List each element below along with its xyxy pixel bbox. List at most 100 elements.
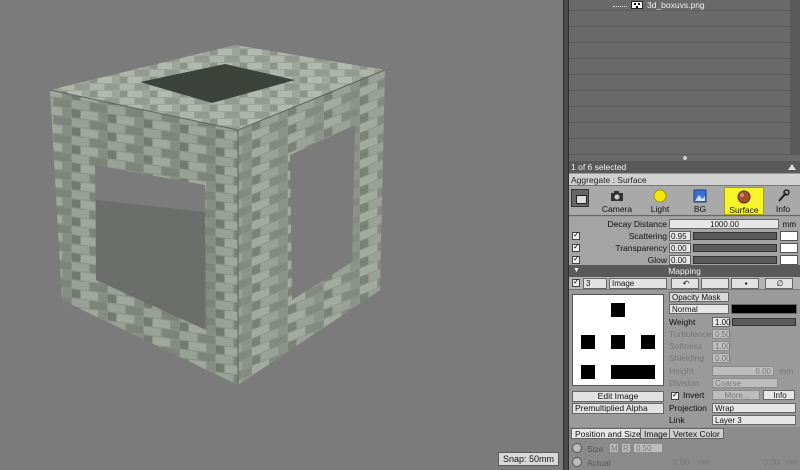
- scattering-row: Scattering 0.95: [569, 230, 800, 242]
- glow-field[interactable]: 0.00: [669, 255, 691, 265]
- undo-layer-icon[interactable]: ↶: [671, 278, 699, 289]
- surface-sphere-icon: [737, 190, 751, 204]
- size-controls: Size M R 0.50 Actual 0.00 mm 0.00 mm: [569, 439, 800, 470]
- scene-tree[interactable]: 3d_boxuvs.png: [569, 0, 800, 155]
- selection-status-bar: 1 of 6 selected: [569, 161, 800, 173]
- more-button: More...: [712, 390, 760, 400]
- invert-checkbox[interactable]: [671, 390, 679, 400]
- info-button[interactable]: Info: [763, 390, 795, 400]
- scattering-slider[interactable]: [693, 232, 777, 240]
- height-field: 0.00: [712, 366, 774, 376]
- weight-label: Weight: [669, 317, 696, 327]
- link-label: Link: [669, 415, 685, 425]
- mapping-section-header[interactable]: ▼ Mapping: [569, 265, 800, 277]
- tab-label: BG: [693, 204, 707, 214]
- decay-field[interactable]: 1000.00: [669, 219, 779, 229]
- weight-slider[interactable]: [732, 318, 796, 326]
- projection-select[interactable]: Wrap: [712, 403, 796, 413]
- transparency-field[interactable]: 0.00: [669, 243, 691, 253]
- tab-position-and-size[interactable]: Position and Size: [571, 428, 645, 439]
- actual-x-unit: mm: [697, 457, 712, 467]
- tab-light[interactable]: Light: [643, 187, 677, 215]
- scattering-field[interactable]: 0.95: [669, 231, 691, 241]
- tree-item-texture[interactable]: 3d_boxuvs.png: [613, 0, 705, 10]
- size-r-button: R: [621, 443, 631, 453]
- blend-color-swatch[interactable]: [731, 304, 797, 314]
- transparency-checkbox[interactable]: [572, 242, 580, 252]
- preview-block: [581, 335, 595, 349]
- turbulence-label: Turbulence: [669, 329, 712, 339]
- tab-label: Light: [650, 204, 670, 214]
- collapse-triangle-icon[interactable]: [788, 164, 796, 170]
- size-field: 0.50: [633, 443, 663, 453]
- turbulence-field: 0.50: [712, 329, 731, 339]
- alpha-mode-select[interactable]: Premultiplied Alpha: [572, 403, 664, 414]
- tab-label: Info: [775, 204, 791, 214]
- size-radio[interactable]: [572, 443, 582, 453]
- tab-surface[interactable]: Surface: [724, 187, 764, 215]
- layer-number-select[interactable]: 3: [583, 278, 607, 289]
- scattering-color-swatch[interactable]: [780, 231, 798, 241]
- transparency-label: Transparency: [615, 243, 667, 253]
- shielding-field: 0.00: [712, 353, 731, 363]
- delete-layer-icon[interactable]: ∅: [765, 278, 793, 289]
- copy-layer-icon[interactable]: ▪: [731, 278, 759, 289]
- layer-type-select[interactable]: Image: [609, 278, 667, 289]
- glow-checkbox[interactable]: [572, 254, 580, 264]
- mapping-toolbar: 3 Image ↶ ▪ ∅: [569, 277, 800, 290]
- glow-slider[interactable]: [693, 256, 777, 264]
- inspector-tabs: Camera Light BG Surface Info: [569, 186, 800, 216]
- blend-mode-select[interactable]: Normal: [669, 304, 729, 314]
- edit-image-button[interactable]: Edit Image: [572, 391, 664, 402]
- surface-properties: Decay Distance 1000.00 mm Scattering 0.9…: [569, 217, 800, 265]
- tree-scrollbar[interactable]: [790, 0, 800, 155]
- actual-x-value: 0.00: [673, 457, 690, 467]
- height-label: Height: [669, 366, 694, 376]
- preview-block: [611, 303, 625, 317]
- preview-block: [581, 365, 595, 379]
- aggregate-title: Aggregate : Surface: [571, 175, 647, 185]
- texture-preview[interactable]: [572, 294, 664, 386]
- division-select: Coarse: [712, 378, 778, 388]
- glow-color-swatch[interactable]: [780, 255, 798, 265]
- scattering-checkbox[interactable]: [572, 230, 580, 240]
- tab-bg[interactable]: BG: [683, 187, 717, 215]
- inspector-panel: 3d_boxuvs.png 1 of 6 selected Aggregate …: [569, 0, 800, 470]
- softness-field: 1.00: [712, 341, 731, 351]
- preview-block: [611, 365, 655, 379]
- link-select[interactable]: Layer 3: [712, 415, 796, 425]
- 3d-viewport[interactable]: Snap: 50mm: [0, 0, 563, 470]
- tab-info[interactable]: Info: [767, 187, 799, 215]
- textured-cube-model[interactable]: [0, 0, 563, 470]
- transparency-color-swatch[interactable]: [780, 243, 798, 253]
- collapse-arrow-icon: ▼: [573, 267, 580, 274]
- softness-label: Softness: [669, 341, 703, 351]
- invert-label: Invert: [683, 390, 705, 400]
- render-preview-button[interactable]: [571, 189, 589, 207]
- tree-item-label: 3d_boxuvs.png: [647, 0, 705, 10]
- mapping-title: Mapping: [668, 266, 701, 276]
- preview-block: [611, 335, 625, 349]
- tab-image[interactable]: Image: [640, 428, 672, 439]
- light-bulb-icon: [653, 189, 667, 203]
- decay-row: Decay Distance 1000.00 mm: [569, 219, 800, 230]
- transparency-row: Transparency 0.00: [569, 242, 800, 254]
- layer-enabled-checkbox[interactable]: [572, 277, 580, 287]
- background-icon: [693, 189, 707, 203]
- shielding-label: Shielding: [669, 353, 704, 363]
- transparency-slider[interactable]: [693, 244, 777, 252]
- actual-radio[interactable]: [572, 457, 582, 467]
- clear-layer-icon[interactable]: [701, 278, 729, 289]
- wrench-icon: [778, 189, 790, 202]
- preview-block: [641, 335, 655, 349]
- tab-camera[interactable]: Camera: [589, 187, 645, 215]
- texture-thumbnail-icon: [631, 1, 643, 9]
- weight-field[interactable]: 1.00: [712, 317, 731, 327]
- scattering-label: Scattering: [628, 231, 667, 241]
- opacity-mask-select[interactable]: Opacity Mask: [669, 292, 729, 302]
- tab-label: Surface: [729, 205, 759, 215]
- tab-vertex-color[interactable]: Vertex Color: [669, 428, 724, 439]
- decay-label: Decay Distance: [607, 219, 667, 229]
- selection-status: 1 of 6 selected: [571, 162, 627, 172]
- height-unit: mm: [779, 366, 794, 376]
